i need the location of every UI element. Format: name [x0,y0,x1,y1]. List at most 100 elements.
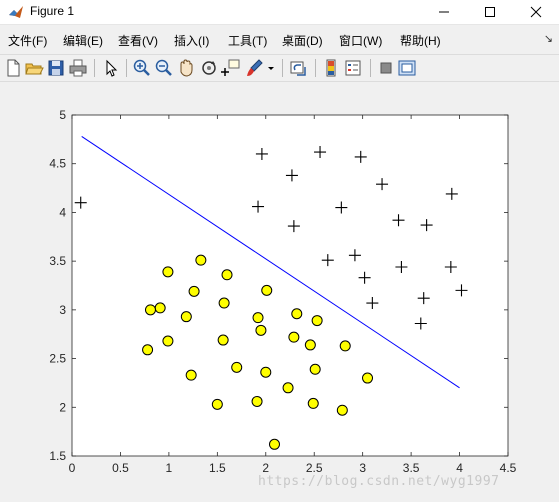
data-cursor-icon [221,59,240,76]
menu-help[interactable]: 帮助(H) [400,32,441,49]
negative-data-point [221,269,233,281]
negative-data-point [154,302,166,314]
print-icon [69,59,87,77]
edit-plot-button[interactable] [101,58,121,78]
menu-bar: 文件(F) 编辑(E) 查看(V) 插入(I) 工具(T) 桌面(D) 窗口(W… [0,30,559,50]
negative-data-point [142,344,154,356]
x-tick-label: 2 [262,461,269,475]
y-tick-label: 4.5 [49,157,66,171]
rotate-3d-button[interactable] [199,58,219,78]
negative-data-point [339,340,351,352]
data-cursor-button[interactable] [221,58,241,78]
negative-data-point [309,363,321,375]
negative-data-point [185,369,197,381]
negative-data-point [251,395,263,407]
y-tick-label: 2 [59,400,66,414]
hide-plot-tools-button[interactable] [376,58,396,78]
watermark-text: https://blog.csdn.net/wyg1997 [258,474,500,489]
menu-tools[interactable]: 工具(T) [228,32,267,49]
link-plot-icon [290,61,306,76]
scatter-plot: 0 0.5 1 1.5 2 2.5 3 3.5 4 4.5 1.5 2 2.5 3 3.5 4 4.5 5 [49,108,517,475]
menu-desktop[interactable]: 桌面(D) [282,32,323,49]
new-figure-button[interactable] [3,58,23,78]
x-tick-label: 4 [456,461,463,475]
maximize-button[interactable] [467,0,513,24]
brush-dropdown-icon [268,67,274,70]
y-tick-label: 5 [59,108,66,122]
brush-icon [247,59,263,76]
maximize-icon [485,7,495,17]
x-tick-label: 0.5 [112,461,129,475]
negative-data-point [231,361,243,373]
toolbar-separator [315,59,316,77]
negative-data-point [162,335,174,347]
minimize-button[interactable] [421,0,467,24]
y-tick-label: 2.5 [49,352,66,366]
brush-button[interactable] [245,58,265,78]
negative-data-point [261,284,273,296]
menu-edit[interactable]: 编辑(E) [63,32,103,49]
rotate-3d-icon [202,61,216,75]
zoom-out-button[interactable] [154,58,174,78]
x-tick-label: 0 [69,461,76,475]
y-tick-label: 3 [59,303,66,317]
zoom-in-button[interactable] [132,58,152,78]
negative-data-point [362,372,374,384]
menu-view[interactable]: 查看(V) [118,32,158,49]
link-plot-button[interactable] [288,58,308,78]
negative-data-point [311,315,323,327]
negative-data-point [307,397,319,409]
zoom-in-icon [133,59,150,76]
figure-toolbar [0,54,559,82]
negative-data-point [282,382,294,394]
figure-canvas: 0 0.5 1 1.5 2 2.5 3 3.5 4 4.5 1.5 2 2.5 3 3.5 4 4.5 5 [0,82,559,502]
x-tick-label: 3 [359,461,366,475]
new-figure-icon [7,59,20,77]
menu-file[interactable]: 文件(F) [8,32,47,49]
negative-data-point [180,311,192,323]
x-tick-label: 3.5 [403,461,420,475]
negative-data-point [218,297,230,309]
plot-axes-box [71,114,509,457]
zoom-out-icon [155,59,172,76]
save-button[interactable] [46,58,66,78]
menu-window[interactable]: 窗口(W) [339,32,382,49]
y-tick-label: 1.5 [49,449,66,463]
close-button[interactable] [513,0,559,24]
x-tick-label: 2.5 [306,461,323,475]
toolbar-separator [370,59,371,77]
negative-data-point [255,324,267,336]
x-tick-label: 1 [166,461,173,475]
insert-colorbar-button[interactable] [321,58,341,78]
negative-data-point [195,254,207,266]
negative-data-point [188,285,200,297]
open-file-button[interactable] [24,58,44,78]
pan-hand-icon [180,59,193,77]
print-button[interactable] [68,58,88,78]
negative-data-point [288,331,300,343]
insert-legend-icon [345,60,361,76]
menu-overflow-arrow[interactable]: ↘ [544,32,553,45]
negative-data-point [217,334,229,346]
toolbar-separator [94,59,95,77]
pan-button[interactable] [176,58,196,78]
insert-legend-button[interactable] [343,58,363,78]
open-file-icon [25,63,44,75]
negative-data-point [252,312,264,324]
negative-data-point [260,366,272,378]
negative-data-point [304,339,316,351]
show-plot-tools-button[interactable] [397,58,417,78]
negative-data-point [291,308,303,320]
brush-dropdown-button[interactable] [266,58,276,78]
negative-data-point [268,438,280,450]
negative-data-point [211,398,223,410]
minimize-icon [439,11,449,13]
negative-data-point [336,404,348,416]
y-tick-label: 3.5 [49,254,66,268]
window-titlebar: Figure 1 [0,0,559,25]
x-tick-label: 4.5 [500,461,517,475]
menu-insert[interactable]: 插入(I) [174,32,209,49]
hide-plot-tools-icon [380,62,392,74]
x-tick-label: 1.5 [209,461,226,475]
window-title: Figure 1 [30,4,75,18]
